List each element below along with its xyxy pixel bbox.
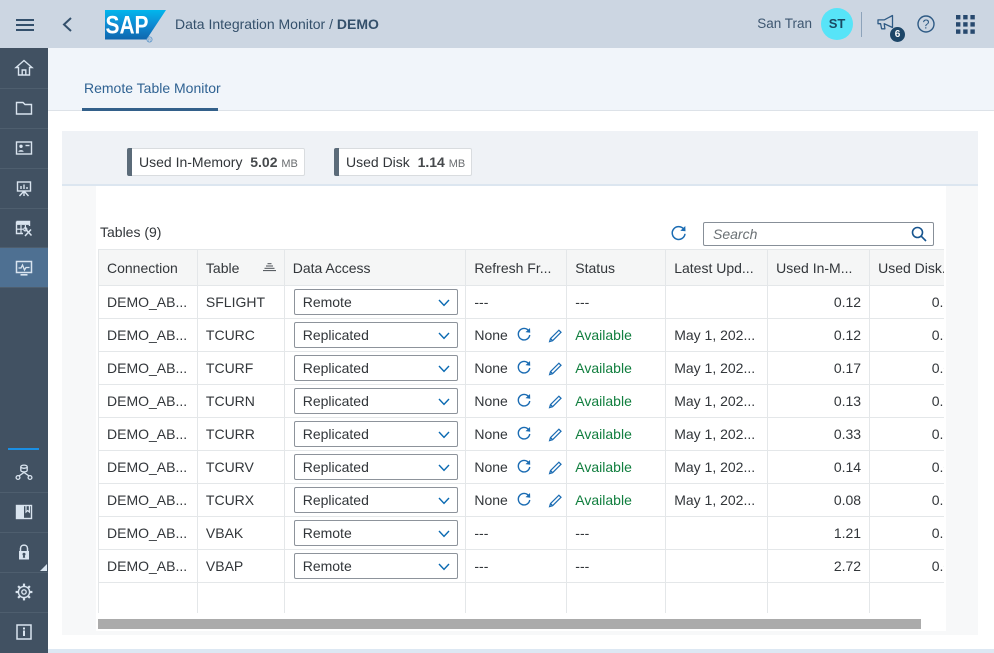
svg-text:?: ? <box>923 18 930 32</box>
svg-text:R: R <box>148 37 151 42</box>
svg-text:SAP: SAP <box>106 12 149 40</box>
